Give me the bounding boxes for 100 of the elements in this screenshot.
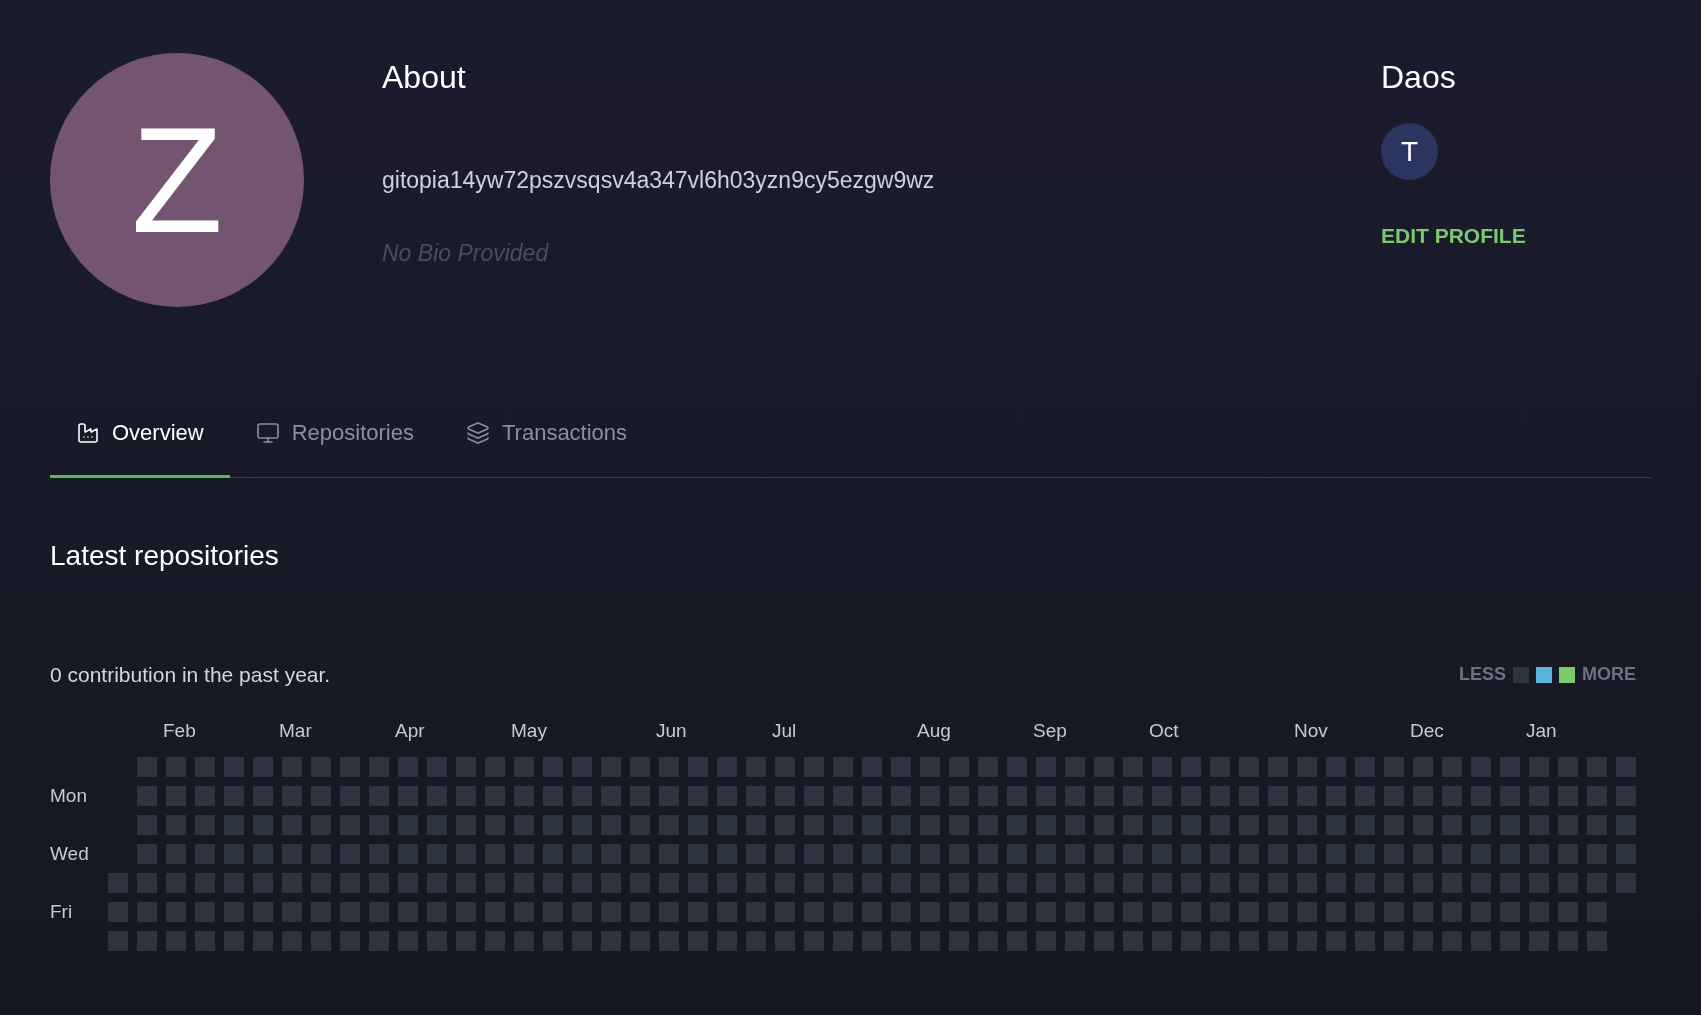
- contribution-cell: [311, 814, 331, 835]
- contribution-cell: [427, 814, 447, 835]
- contribution-cell: [1268, 785, 1288, 806]
- contribution-cell: [978, 785, 998, 806]
- contribution-cell: [1007, 872, 1027, 893]
- contribution-cell: [369, 901, 389, 922]
- contribution-cell: [1326, 814, 1346, 835]
- contribution-cell: [543, 814, 563, 835]
- contribution-cell: [833, 930, 853, 951]
- tab[interactable]: Transactions: [439, 390, 654, 478]
- month-label: May: [511, 718, 547, 743]
- contribution-cell: [659, 756, 679, 777]
- contribution-cell: [891, 814, 911, 835]
- contribution-cell: [572, 785, 592, 806]
- contribution-cell: [891, 872, 911, 893]
- contribution-cell: [195, 872, 215, 893]
- contribution-cell: [224, 756, 244, 777]
- daos-heading: Daos: [1381, 61, 1456, 93]
- contribution-cell: [717, 756, 737, 777]
- tab[interactable]: Repositories: [229, 390, 440, 478]
- legend-more: MORE: [1582, 663, 1636, 687]
- contribution-cell: [108, 930, 128, 951]
- contribution-cell: [920, 901, 940, 922]
- contribution-cell: [1239, 872, 1259, 893]
- contribution-cell: [1123, 901, 1143, 922]
- contribution-cell: [1181, 872, 1201, 893]
- contribution-cell: [630, 872, 650, 893]
- contribution-cell: [1384, 814, 1404, 835]
- contribution-cell: [1558, 901, 1578, 922]
- contribution-cell: [369, 785, 389, 806]
- contribution-cell: [1587, 872, 1607, 893]
- contribution-cell: [1181, 901, 1201, 922]
- contribution-cell: [920, 756, 940, 777]
- contribution-cell: [949, 901, 969, 922]
- contribution-cell: [166, 901, 186, 922]
- contribution-cell: [1152, 901, 1172, 922]
- contribution-cell: [543, 872, 563, 893]
- contribution-cell: [1036, 872, 1056, 893]
- contribution-cell: [630, 814, 650, 835]
- contribution-cell: [1587, 930, 1607, 951]
- contribution-cell: [775, 814, 795, 835]
- contribution-cell: [717, 901, 737, 922]
- contribution-cell: [282, 843, 302, 864]
- contribution-cell: [1355, 756, 1375, 777]
- contribution-cell: [630, 756, 650, 777]
- contribution-cell: [1297, 901, 1317, 922]
- contribution-cell: [1355, 843, 1375, 864]
- contribution-cell: [166, 843, 186, 864]
- contribution-cell: [659, 814, 679, 835]
- contribution-cell: [1036, 756, 1056, 777]
- contribution-cell: [311, 901, 331, 922]
- contribution-cell: [1384, 930, 1404, 951]
- contribution-summary: 0 contribution in the past year.: [50, 662, 331, 688]
- contribution-cell: [253, 930, 273, 951]
- contribution-cell: [1355, 814, 1375, 835]
- contribution-cell: [1210, 785, 1230, 806]
- contribution-cell: [1297, 785, 1317, 806]
- contribution-cell: [253, 756, 273, 777]
- contribution-cell: [1181, 756, 1201, 777]
- tab[interactable]: Overview: [50, 390, 230, 478]
- contribution-cell: [398, 872, 418, 893]
- contribution-cell: [717, 930, 737, 951]
- contribution-cell: [1123, 843, 1143, 864]
- contribution-cell: [1210, 901, 1230, 922]
- contribution-cell: [572, 872, 592, 893]
- contribution-cell: [746, 930, 766, 951]
- contribution-cell: [1500, 930, 1520, 951]
- dao-avatar[interactable]: T: [1381, 123, 1438, 180]
- contribution-cell: [659, 785, 679, 806]
- contribution-cell: [920, 814, 940, 835]
- contribution-cell: [1152, 930, 1172, 951]
- contribution-cell: [427, 785, 447, 806]
- contribution-cell: [1413, 814, 1433, 835]
- contribution-cell: [340, 756, 360, 777]
- contribution-cell: [1471, 814, 1491, 835]
- contribution-cell: [1326, 901, 1346, 922]
- contribution-cell: [804, 930, 824, 951]
- contribution-cell: [1065, 843, 1085, 864]
- contribution-cell: [775, 930, 795, 951]
- contribution-cell: [601, 814, 621, 835]
- contribution-cell: [717, 872, 737, 893]
- layers-icon: [465, 420, 490, 445]
- contribution-cell: [804, 756, 824, 777]
- edit-profile-button[interactable]: EDIT PROFILE: [1381, 220, 1526, 252]
- contribution-cell: [1123, 930, 1143, 951]
- contribution-cell: [775, 872, 795, 893]
- contribution-cell: [804, 901, 824, 922]
- contribution-cell: [1471, 901, 1491, 922]
- contribution-cell: [137, 930, 157, 951]
- contribution-cell: [485, 901, 505, 922]
- contribution-cell: [688, 930, 708, 951]
- contribution-cell: [1268, 930, 1288, 951]
- contribution-cell: [456, 872, 476, 893]
- contribution-cell: [1442, 930, 1462, 951]
- contribution-cell: [1007, 814, 1027, 835]
- contribution-cell: [659, 901, 679, 922]
- contribution-cell: [601, 785, 621, 806]
- contribution-cell: [630, 785, 650, 806]
- contribution-cell: [1500, 785, 1520, 806]
- contribution-cell: [862, 930, 882, 951]
